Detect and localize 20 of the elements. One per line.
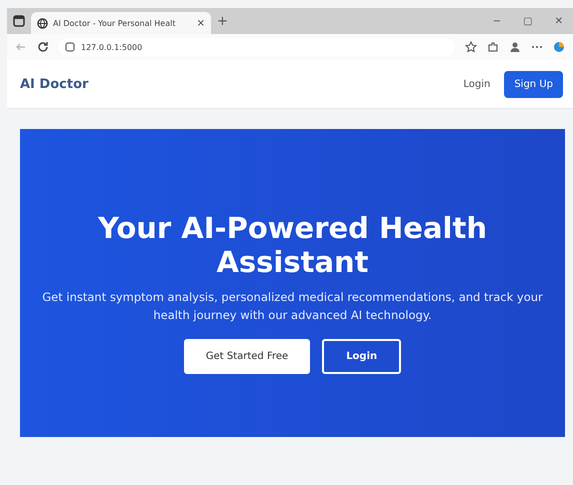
window-control-button[interactable]: ✕	[554, 16, 563, 26]
reload-icon[interactable]	[37, 41, 49, 53]
login-link[interactable]: Login	[463, 78, 490, 90]
address-bar[interactable]: 127.0.0.1:5000	[59, 38, 455, 56]
new-tab-button[interactable]: +	[217, 14, 228, 28]
hero-title: Your AI-Powered Health Assistant	[97, 212, 488, 280]
browser-tab[interactable]: AI Doctor - Your Personal Healt ×	[31, 12, 211, 34]
globe-icon	[37, 18, 48, 28]
tab-close-button[interactable]: ×	[196, 18, 205, 28]
get-started-button[interactable]: Get Started Free	[184, 338, 310, 374]
star-icon[interactable]	[465, 41, 477, 53]
login-button[interactable]: Login	[322, 338, 402, 374]
tab-list-icon[interactable]	[13, 15, 25, 27]
sign-up-button[interactable]: Sign Up	[504, 70, 563, 98]
profile-icon[interactable]	[509, 41, 521, 53]
window-control-button[interactable]: ▢	[523, 16, 533, 26]
window-control-button[interactable]: −	[492, 16, 502, 26]
hero-subtitle: Get instant symptom analysis, personalized medical recommendations, and track your health journey with our advanced AI technology.	[41, 289, 544, 324]
tab-title: AI Doctor - Your Personal Healt	[53, 18, 176, 28]
brand-logo[interactable]: AI Doctor	[20, 76, 88, 92]
